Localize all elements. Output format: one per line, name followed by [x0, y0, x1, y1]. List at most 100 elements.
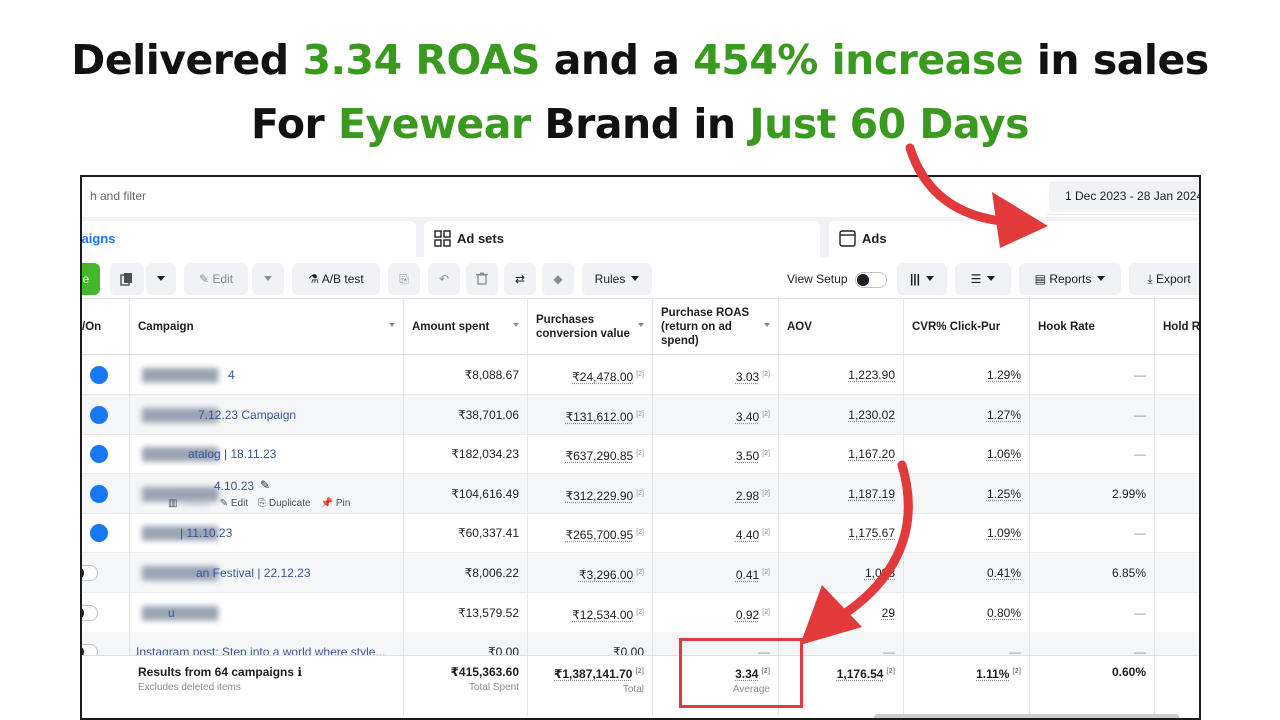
attribution-marker: [2] [636, 371, 644, 378]
cell-onoff [82, 434, 130, 475]
tag-button[interactable]: ◆ [542, 263, 574, 295]
export-button[interactable]: ⤓ Export [1129, 263, 1199, 295]
tab-ad-sets[interactable]: Ad sets [424, 221, 820, 257]
cell-cvr-value: 1.06% [986, 447, 1021, 462]
row-action-charts[interactable]: ▥ Charts [168, 498, 210, 509]
campaign-toggle[interactable] [82, 405, 108, 425]
chart-icon: ▥ [168, 497, 181, 509]
table-row[interactable]: █████████ | 11.10.23 ₹60,337.41 ₹265,700.95… [82, 513, 1199, 554]
table-header: /On Campaign Amount spent Purchases conv… [82, 299, 1199, 355]
roas-highlight-box [679, 638, 803, 708]
export-icon: ⤓ [1147, 272, 1156, 286]
columns-button[interactable]: ||| [897, 263, 947, 295]
tag-icon: ◆ [553, 272, 563, 286]
column-cvr[interactable]: CVR% Click-Pur [904, 299, 1030, 355]
create-button[interactable]: e [82, 263, 100, 295]
clipboard-button[interactable]: ⎘ [388, 263, 420, 295]
column-label: Purchases conversion value [536, 314, 630, 340]
table-row[interactable]: █████████ an Festival | 22.12.23 ₹8,006.22… [82, 553, 1199, 593]
totals-spent-sub: Total Spent [468, 682, 519, 693]
campaign-toggle[interactable] [82, 484, 108, 504]
cell-hook-rate-value: 2.99% [1111, 486, 1146, 501]
horizontal-scrollbar[interactable] [874, 714, 1179, 718]
columns-icon: ||| [909, 272, 921, 286]
preview-button[interactable]: ⇄ [504, 263, 536, 295]
toggle-knob [857, 274, 869, 286]
cell-hold-rate [1155, 434, 1199, 474]
breakdown-button[interactable]: ☰ [955, 263, 1011, 295]
undo-button[interactable]: ↶ [428, 263, 460, 295]
headline-highlight: Eyewear [338, 100, 531, 148]
delete-button[interactable] [466, 263, 498, 295]
edit-button[interactable]: ✎ Edit [184, 263, 248, 295]
campaign-toggle[interactable] [82, 444, 108, 464]
duplicate-button[interactable] [110, 263, 144, 295]
row-action-duplicate[interactable]: ⎘ Duplicate [258, 498, 310, 509]
attribution-marker: [2] [636, 608, 644, 616]
pencil-icon: ✎ [219, 497, 231, 509]
cell-purchase-roas-value: 3.40 [735, 409, 760, 424]
preview-icon: ⇄ [514, 272, 526, 286]
tab-ads[interactable]: Ads [829, 221, 1199, 257]
campaign-name-link[interactable]: an Festival | 22.12.23 [196, 553, 311, 593]
column-onoff[interactable]: /On [82, 299, 130, 355]
cell-amount-spent-value: ₹8,006.22 [464, 566, 519, 580]
cell-amount-spent: ₹104,616.49 [404, 473, 528, 514]
table-row[interactable]: █████████ 4.10.23 ✎ ▥ Charts ✎ Edit ⎘ Duplic… [82, 473, 1199, 514]
cell-hook-rate: — [1030, 394, 1155, 435]
attribution-marker: [2] [1012, 668, 1021, 675]
table-row[interactable]: █████████ 4 ₹8,088.67 ₹24,478.00 [2] 3.03 [2] 1… [82, 355, 1199, 395]
campaign-name-link[interactable]: 4 [228, 355, 235, 395]
cell-purchases-value: ₹12,534.00 [2] [528, 592, 653, 633]
campaign-name-link[interactable]: | 11.10.23 [180, 513, 232, 553]
tab-label: mpaigns [81, 231, 116, 246]
headline-text: Delivered [71, 36, 303, 84]
view-setup-toggle[interactable] [855, 272, 887, 288]
campaign-toggle[interactable] [82, 603, 106, 623]
campaign-name-link[interactable]: u [168, 593, 175, 633]
attribution-marker: [2] [762, 410, 770, 418]
row-action-pin[interactable]: 📌 Pin [321, 498, 351, 509]
table-row[interactable]: █████████ u ₹13,579.52 ₹12,534.00 [2] 0.92 [2]… [82, 592, 1199, 633]
info-icon[interactable]: ℹ [297, 665, 302, 679]
cell-cvr: 1.25% [904, 473, 1030, 514]
date-range-picker[interactable]: 1 Dec 2023 - 28 Jan 2024 [1049, 181, 1199, 212]
table-row[interactable]: █████████ 7.12.23 Campaign ₹38,701.06 ₹131,… [82, 394, 1199, 435]
duplicate-icon: ⎘ [258, 497, 269, 509]
column-amount-spent[interactable]: Amount spent [404, 299, 528, 355]
cell-purchase-roas-value: 4.40 [735, 528, 760, 543]
column-label: Amount spent [412, 321, 490, 333]
rules-dropdown[interactable]: Rules [582, 263, 652, 295]
cell-campaign: █████████ 7.12.23 Campaign [130, 394, 404, 435]
search-input[interactable] [82, 177, 1047, 215]
sort-icon [764, 323, 770, 327]
column-hook-rate[interactable]: Hook Rate [1030, 299, 1155, 355]
campaign-toggle[interactable] [82, 563, 106, 583]
campaign-toggle[interactable] [82, 523, 108, 543]
column-hold-rate[interactable]: Hold R [1155, 299, 1199, 355]
tab-campaigns[interactable]: mpaigns [81, 221, 416, 257]
cell-purchase-roas: 4.40 [2] [653, 513, 779, 554]
cell-cvr-value: 1.27% [986, 407, 1021, 422]
reports-button[interactable]: ▤ Reports [1019, 263, 1121, 295]
duplicate-dropdown[interactable] [146, 263, 176, 295]
cell-purchases-value: ₹24,478.00 [2] [528, 355, 653, 395]
cell-hold-rate [1155, 395, 1199, 435]
totals-row: Results from 64 campaigns ℹ Excludes del… [82, 655, 1199, 716]
column-purchase-roas[interactable]: Purchase ROAS (return on ad spend) [653, 299, 779, 355]
cell-amount-spent-value: ₹8,088.67 [464, 368, 519, 382]
cell-amount-spent-value: ₹38,701.06 [457, 407, 519, 422]
column-campaign[interactable]: Campaign [130, 299, 404, 355]
ab-test-button[interactable]: ⚗ A/B test [292, 263, 380, 295]
edit-dropdown[interactable] [252, 263, 284, 295]
headline-highlight: 3.34 ROAS [302, 36, 540, 84]
cell-purchases-value: ₹265,700.95 [2] [528, 513, 653, 554]
row-action-edit[interactable]: ✎ Edit [220, 498, 248, 509]
campaign-toggle[interactable] [82, 365, 108, 385]
campaign-name-link[interactable]: 7.12.23 Campaign [198, 395, 296, 435]
level-tabs: mpaigns Ad sets Ads [82, 217, 1199, 257]
column-purchases-value[interactable]: Purchases conversion value [528, 299, 653, 355]
cell-purchase-roas-value: 3.50 [735, 449, 760, 464]
toggle-knob [90, 366, 108, 384]
column-aov[interactable]: AOV [779, 299, 904, 355]
